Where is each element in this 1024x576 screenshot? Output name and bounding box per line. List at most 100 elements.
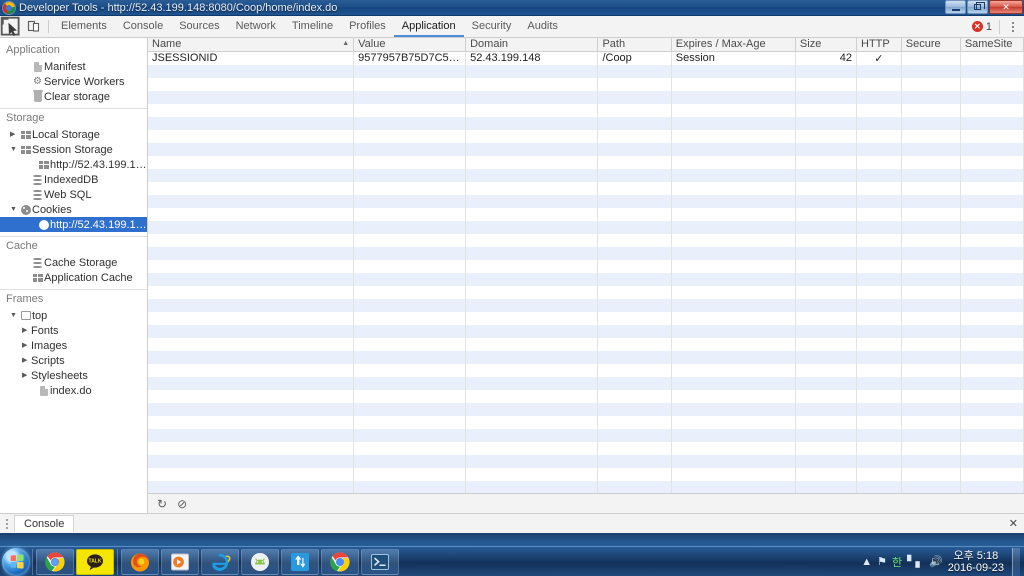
chevron-down-icon[interactable]: ▼ [10, 312, 19, 319]
chevron-right-icon[interactable]: ▶ [22, 357, 31, 364]
table-row-empty [148, 207, 1024, 221]
sidebar-item-index-do[interactable]: index.do [0, 383, 147, 398]
show-desktop-button[interactable] [1012, 547, 1020, 576]
window-title-bar: Developer Tools - http://52.43.199.148:8… [0, 0, 1024, 16]
sidebar-item-label: top [32, 309, 48, 322]
chevron-right-icon[interactable]: ▶ [22, 372, 31, 379]
tab-application[interactable]: Application [393, 16, 464, 37]
start-button[interactable] [2, 547, 30, 576]
manifest-document-icon [31, 61, 44, 72]
cell-samesite [960, 51, 1024, 65]
sidebar-item-cookies[interactable]: ▼ Cookies [0, 202, 147, 217]
taskbar-app-terminal[interactable] [361, 548, 399, 575]
device-toolbar-button[interactable] [22, 16, 44, 37]
chevron-down-icon[interactable]: ▼ [10, 206, 19, 213]
taskbar-app-internet-explorer[interactable] [201, 548, 239, 575]
tray-expand-icon[interactable]: ▲ [861, 556, 872, 568]
table-row-empty [148, 233, 1024, 247]
sidebar-item-label: Fonts [31, 324, 59, 337]
tray-ime-icon[interactable]: 한 [892, 554, 902, 570]
cookie-icon [37, 219, 50, 230]
taskbar-app-firefox[interactable] [121, 548, 159, 575]
sidebar-item-web-sql[interactable]: Web SQL [0, 187, 147, 202]
drawer-tab-console[interactable]: Console [14, 515, 75, 532]
sidebar-item-cache-storage[interactable]: Cache Storage [0, 255, 147, 270]
taskbar-app-chrome[interactable] [36, 548, 74, 575]
drag-handle-icon[interactable] [0, 518, 14, 529]
sidebar-item-application-cache[interactable]: Application Cache [0, 270, 147, 285]
cookies-panel: Name ▲ Value Domain Path Expires / Max-A… [148, 38, 1024, 513]
sidebar-item-images[interactable]: ▶ Images [0, 338, 147, 353]
sidebar-item-label: index.do [50, 384, 92, 397]
sidebar-item-session-storage[interactable]: ▼ Session Storage [0, 142, 147, 157]
close-button[interactable]: ✕ [989, 0, 1023, 14]
column-header-value[interactable]: Value [353, 38, 467, 52]
chevron-right-icon[interactable]: ▶ [22, 327, 31, 334]
column-header-http[interactable]: HTTP [856, 38, 902, 52]
column-header-expires[interactable]: Expires / Max-Age [671, 38, 796, 52]
column-header-samesite[interactable]: SameSite [960, 38, 1024, 52]
restore-button[interactable] [967, 0, 988, 14]
taskbar-app-kakaotalk[interactable]: TALK [76, 548, 114, 575]
taskbar-clock[interactable]: 오후 5:18 2016-09-23 [948, 550, 1004, 574]
devtools-tab-list: Elements Console Sources Network Timelin… [53, 16, 566, 37]
section-title-application: Application [6, 44, 60, 56]
table-row[interactable]: JSESSIONID9577957B75D7C562244E…52.43.199… [148, 51, 1024, 65]
tab-timeline[interactable]: Timeline [284, 16, 341, 37]
tab-audits[interactable]: Audits [519, 16, 566, 37]
sidebar-item-top-frame[interactable]: ▼ top [0, 308, 147, 323]
sidebar-item-label: http://52.43.199.148:8080 [50, 158, 147, 171]
tab-console[interactable]: Console [115, 16, 171, 37]
sidebar-item-indexeddb[interactable]: IndexedDB [0, 172, 147, 187]
database-icon [31, 189, 44, 200]
sidebar-item-label: Images [31, 339, 68, 352]
taskbar-app-android-studio[interactable] [241, 548, 279, 575]
table-row-empty [148, 415, 1024, 429]
sidebar-item-service-workers[interactable]: ⚙ Service Workers [0, 74, 147, 89]
tray-network-icon[interactable]: ▘▖ [907, 555, 924, 568]
tab-sources[interactable]: Sources [171, 16, 227, 37]
sidebar-item-manifest[interactable]: Manifest [0, 59, 147, 74]
minimize-button[interactable] [945, 0, 966, 14]
chevron-right-icon[interactable]: ▶ [22, 342, 31, 349]
more-options-icon[interactable] [1007, 21, 1019, 32]
drawer-close-icon[interactable]: ✕ [1009, 517, 1018, 530]
column-header-secure[interactable]: Secure [901, 38, 961, 52]
taskbar-app-chrome-2[interactable] [321, 548, 359, 575]
sidebar-item-label: Clear storage [44, 90, 111, 103]
sidebar-item-cookies-origin[interactable]: http://52.43.199.148:8080 [0, 217, 147, 232]
sidebar-section-storage: Storage ▶ Local Storage ▼ Session Storag… [0, 109, 147, 232]
tray-flag-icon[interactable]: ⚑ [877, 555, 887, 568]
table-row-empty [148, 467, 1024, 481]
table-row-empty [148, 441, 1024, 455]
taskbar-app-media-player[interactable] [161, 548, 199, 575]
column-header-path[interactable]: Path [597, 38, 672, 52]
column-header-name[interactable]: Name ▲ [148, 38, 355, 52]
chevron-down-icon[interactable]: ▼ [10, 146, 19, 153]
cell-size: 42 [795, 51, 858, 65]
tab-elements[interactable]: Elements [53, 16, 115, 37]
sidebar-item-fonts[interactable]: ▶ Fonts [0, 323, 147, 338]
sidebar-item-clear-storage[interactable]: Clear storage [0, 89, 147, 104]
error-badge[interactable]: ✕ 1 [971, 21, 992, 33]
sidebar-item-local-storage[interactable]: ▶ Local Storage [0, 127, 147, 142]
column-header-size[interactable]: Size [795, 38, 858, 52]
tab-security[interactable]: Security [464, 16, 520, 37]
chevron-right-icon[interactable]: ▶ [10, 131, 19, 138]
sidebar-item-label: IndexedDB [44, 173, 99, 186]
tray-volume-icon[interactable]: 🔊 [929, 555, 943, 568]
android-studio-icon [251, 552, 269, 571]
tab-profiles[interactable]: Profiles [341, 16, 394, 37]
sidebar-item-session-storage-origin[interactable]: http://52.43.199.148:8080 [0, 157, 147, 172]
refresh-icon[interactable]: ↻ [157, 498, 167, 510]
clear-all-icon[interactable]: ⊘ [177, 498, 187, 510]
tab-network[interactable]: Network [228, 16, 284, 37]
column-header-domain[interactable]: Domain [465, 38, 599, 52]
close-icon: ✕ [1002, 1, 1010, 12]
sidebar-item-label: Application Cache [44, 271, 133, 284]
sidebar-item-stylesheets[interactable]: ▶ Stylesheets [0, 368, 147, 383]
sidebar-item-scripts[interactable]: ▶ Scripts [0, 353, 147, 368]
taskbar-app-filezilla[interactable] [281, 548, 319, 575]
table-row-empty [148, 402, 1024, 416]
inspect-element-button[interactable] [0, 16, 22, 37]
